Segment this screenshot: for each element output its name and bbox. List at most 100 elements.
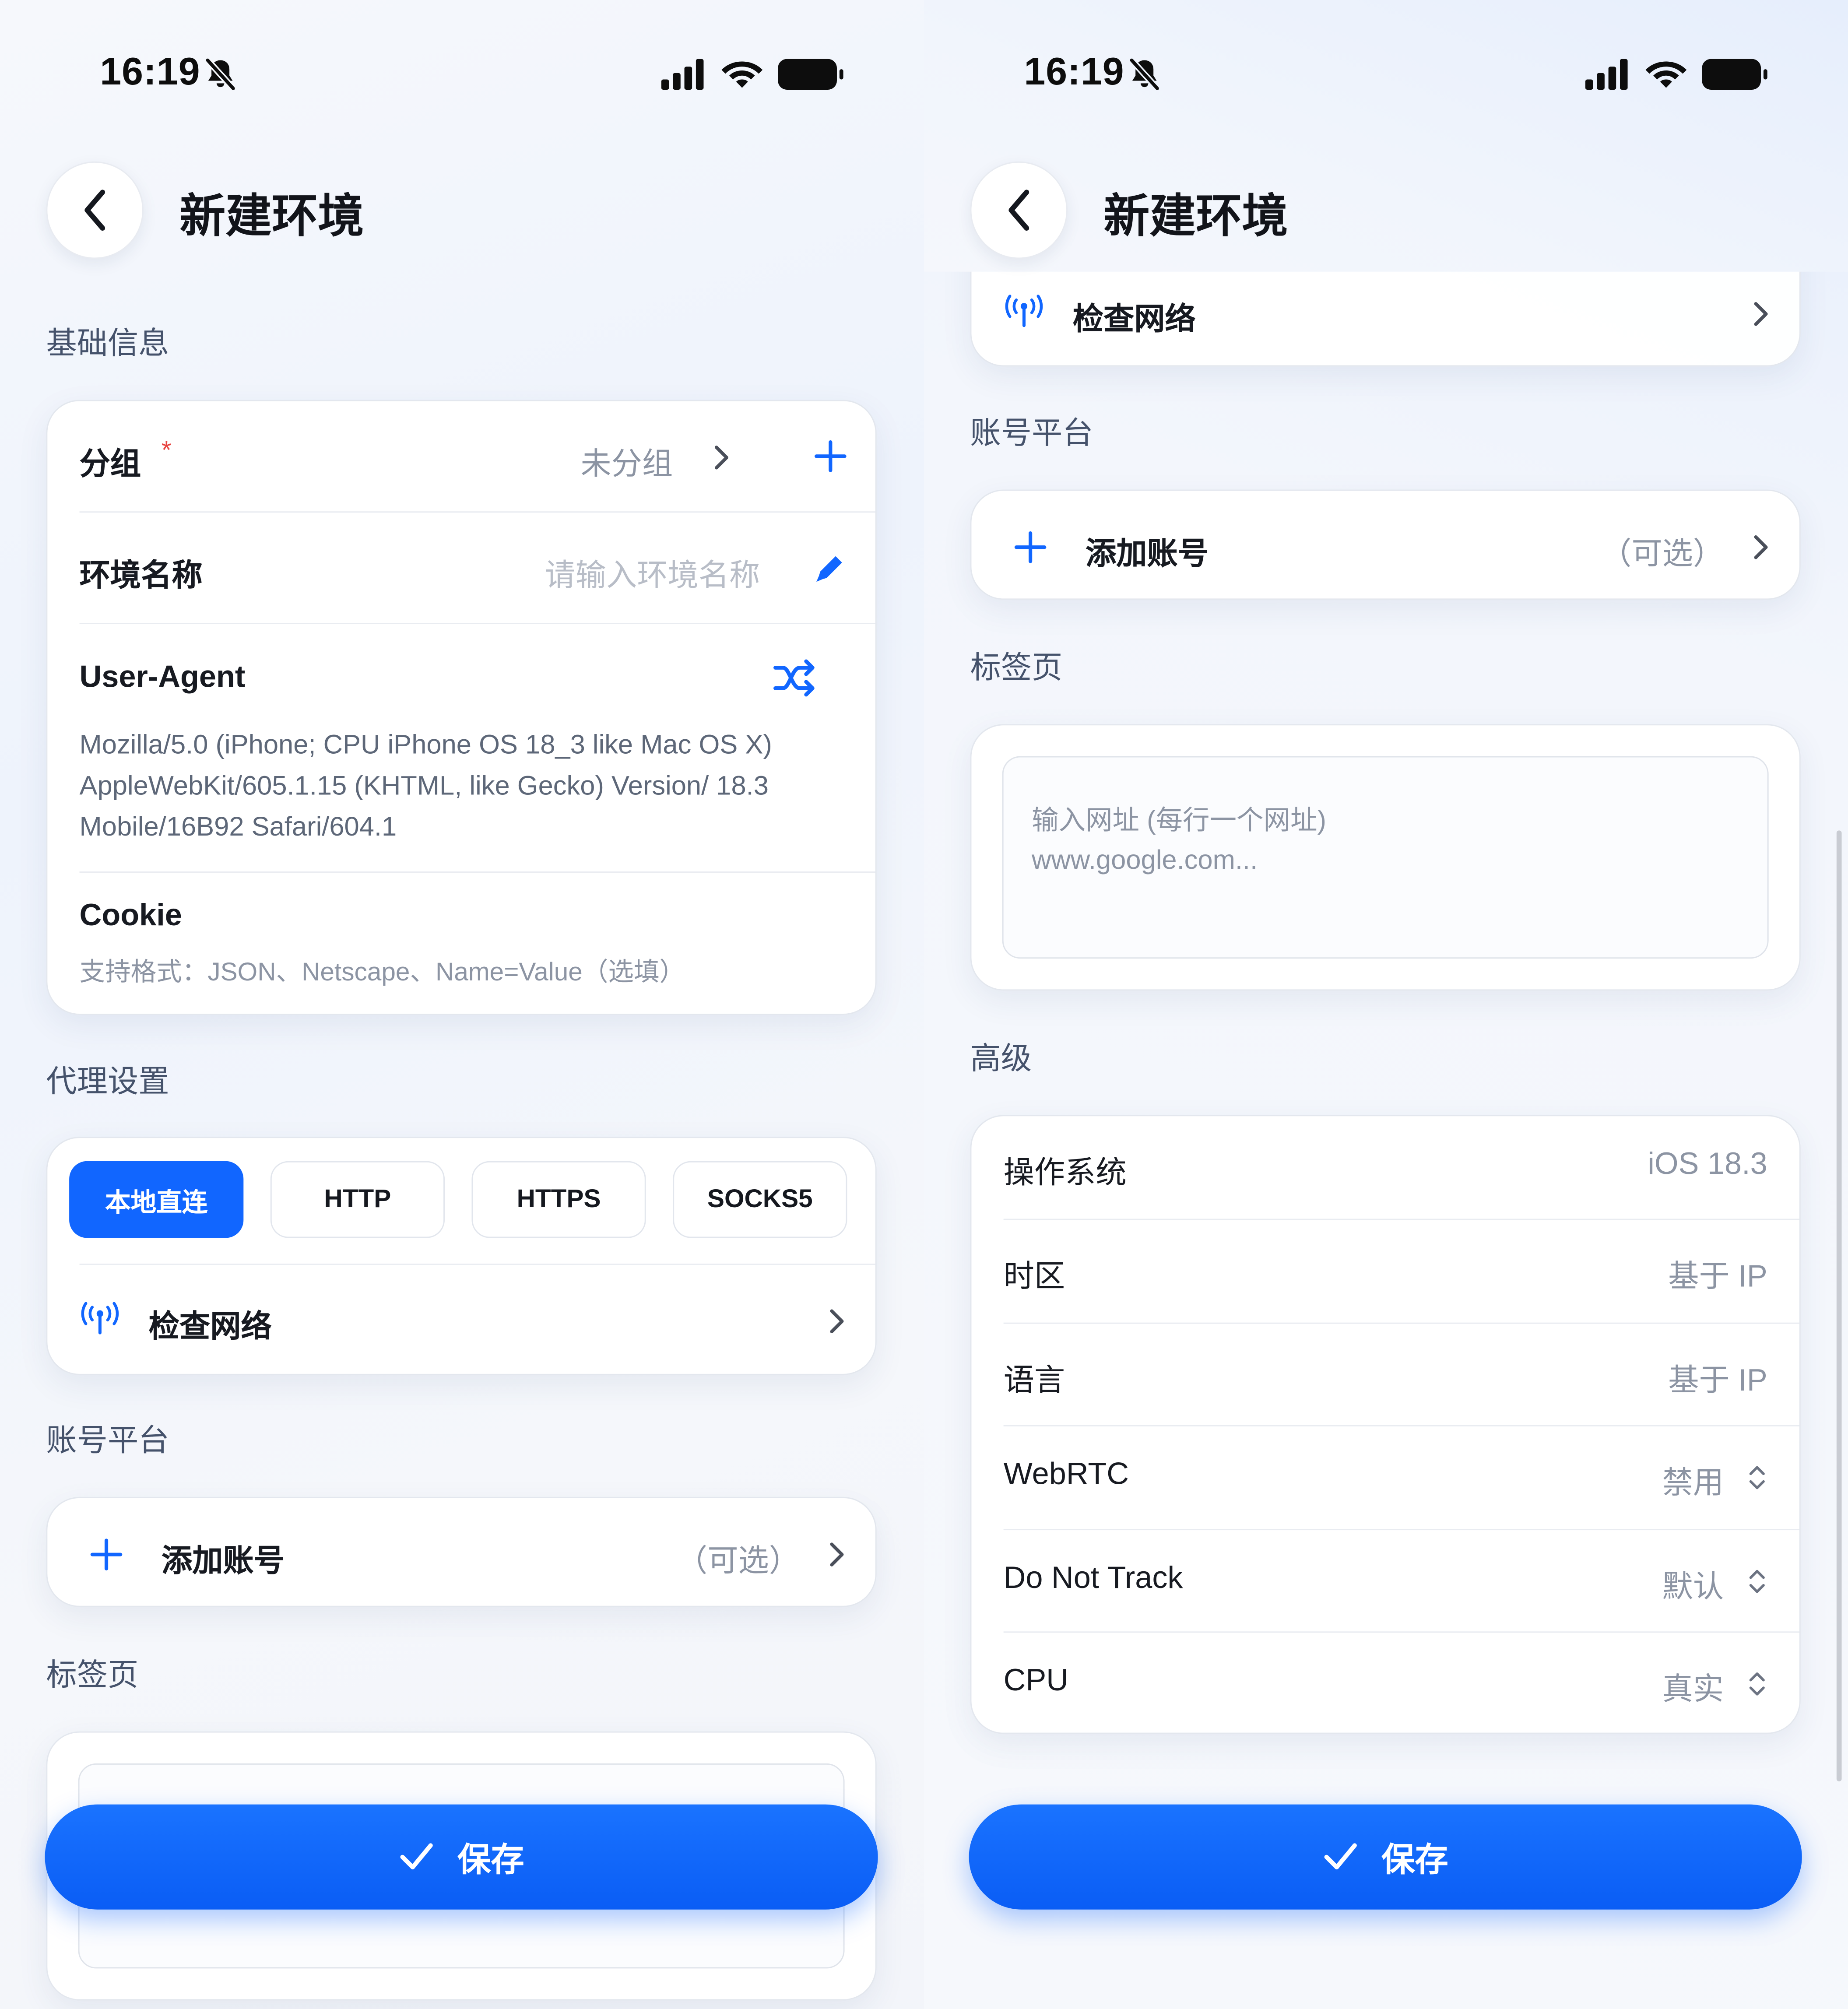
adv-label-os: 操作系统 — [1003, 1156, 1127, 1191]
adv-row-os[interactable]: 操作系统 iOS 18.3 — [1004, 1116, 1767, 1219]
adv-row-timezone[interactable]: 时区 基于 IP — [1004, 1220, 1767, 1322]
section-title-proxy: 代理设置 — [46, 1065, 169, 1100]
proxy-option-direct[interactable]: 本地直连 — [69, 1161, 244, 1238]
save-label: 保存 — [1381, 1840, 1448, 1878]
scrollbar[interactable] — [1836, 830, 1842, 1781]
group-row[interactable]: 分组 * 未分组 — [47, 401, 875, 511]
chevron-right-icon — [1754, 535, 1768, 559]
adv-value-webrtc: 禁用 — [1662, 1466, 1724, 1501]
env-name-label: 环境名称 — [79, 558, 203, 594]
checkmark-icon — [1324, 1843, 1357, 1870]
add-account-label: 添加账号 — [1086, 537, 1209, 572]
check-network-label: 检查网络 — [1072, 302, 1196, 337]
adv-row-cpu[interactable]: CPU 真实 — [1004, 1633, 1767, 1735]
mute-bell-icon — [205, 58, 236, 91]
chevron-right-icon — [714, 446, 728, 470]
signal-icon — [1585, 59, 1628, 90]
antenna-icon — [81, 1302, 119, 1335]
battery-icon — [778, 59, 843, 90]
add-account-label: 添加账号 — [161, 1544, 285, 1579]
save-label: 保存 — [457, 1840, 524, 1878]
adv-value-cpu: 真实 — [1662, 1672, 1724, 1707]
tabs-card: 输入网址 (每行一个网址) www.google.com... — [970, 724, 1801, 991]
back-button[interactable] — [970, 161, 1068, 259]
ua-label: User-Agent — [79, 660, 246, 695]
adv-value-timezone: 基于 IP — [1668, 1260, 1767, 1295]
status-time: 16:19 — [1024, 51, 1124, 94]
root: 16:19 新建环境 基础信息 分组 * 未分组 环境名称 请输入环境名称 Us… — [0, 0, 1848, 2009]
shuffle-icon[interactable] — [772, 657, 818, 699]
screen-left: 16:19 新建环境 基础信息 分组 * 未分组 环境名称 请输入环境名称 Us… — [0, 0, 924, 2009]
add-account-row[interactable]: 添加账号 （可选） — [46, 1496, 877, 1607]
required-mark: * — [161, 437, 172, 465]
back-button[interactable] — [46, 161, 144, 259]
adv-row-webrtc[interactable]: WebRTC 禁用 — [1004, 1426, 1767, 1529]
optional-label: （可选） — [1601, 537, 1724, 572]
add-account-row[interactable]: 添加账号 （可选） — [970, 489, 1801, 600]
adv-label-timezone: 时区 — [1003, 1260, 1065, 1295]
add-group-plus-icon[interactable] — [814, 439, 847, 473]
adv-row-language[interactable]: 语言 基于 IP — [1004, 1324, 1767, 1426]
env-name-row[interactable]: 环境名称 请输入环境名称 — [47, 513, 875, 623]
group-label: 分组 — [79, 447, 141, 482]
chevron-right-icon — [830, 1309, 844, 1333]
back-chevron-icon — [84, 190, 105, 231]
section-title-advanced: 高级 — [970, 1042, 1032, 1077]
updown-chevron-icon — [1749, 1672, 1765, 1696]
cookie-label: Cookie — [79, 898, 182, 933]
signal-icon — [661, 59, 704, 90]
save-button[interactable]: 保存 — [969, 1804, 1802, 1910]
tabs-placeholder-line2: www.google.com... — [1032, 846, 1258, 875]
adv-label-language: 语言 — [1003, 1363, 1065, 1398]
basic-info-card: 分组 * 未分组 环境名称 请输入环境名称 User-Agent Mozilla… — [46, 400, 877, 1015]
tabs-placeholder-line1: 输入网址 (每行一个网址) — [1032, 806, 1326, 836]
optional-label: （可选） — [676, 1544, 800, 1579]
proxy-card: 本地直连 HTTP HTTPS SOCKS5 检查网络 — [46, 1137, 877, 1375]
section-title-account: 账号平台 — [46, 1424, 169, 1459]
adv-label-dnt: Do Not Track — [1003, 1561, 1183, 1596]
section-title-basic: 基础信息 — [46, 327, 169, 362]
cookie-input[interactable]: 支持格式：JSON、Netscape、Name=Value（选填） — [80, 951, 685, 988]
page-title: 新建环境 — [1103, 190, 1288, 242]
wifi-icon — [1645, 61, 1687, 88]
chevron-right-icon — [1754, 302, 1768, 326]
advanced-card: 操作系统 iOS 18.3 时区 基于 IP 语言 基于 IP WebRTC 禁… — [970, 1115, 1801, 1735]
divider — [79, 871, 875, 873]
proxy-option-http[interactable]: HTTP — [270, 1161, 445, 1238]
pencil-icon — [816, 556, 842, 582]
updown-chevron-icon — [1749, 1466, 1765, 1489]
proxy-option-https[interactable]: HTTPS — [471, 1161, 646, 1238]
adv-row-dnt[interactable]: Do Not Track 默认 — [1004, 1530, 1767, 1633]
back-chevron-icon — [1008, 190, 1029, 231]
section-title-account: 账号平台 — [970, 416, 1093, 451]
page-title: 新建环境 — [179, 190, 364, 242]
adv-label-webrtc: WebRTC — [1003, 1457, 1129, 1492]
save-button[interactable]: 保存 — [45, 1804, 878, 1910]
screen-right: 检查网络 16:19 新建环境 账号平台 添加账号 （可选） 标签页 输入网址 … — [924, 0, 1848, 2009]
checkmark-icon — [400, 1843, 433, 1870]
divider — [79, 623, 875, 624]
tabs-textarea[interactable]: 输入网址 (每行一个网址) www.google.com... — [1002, 756, 1769, 959]
chevron-right-icon — [830, 1542, 844, 1566]
check-network-row[interactable]: 检查网络 — [971, 258, 1799, 368]
section-title-tabs: 标签页 — [970, 651, 1063, 686]
plus-icon — [1014, 531, 1047, 563]
section-title-tabs: 标签页 — [46, 1658, 139, 1693]
battery-icon — [1702, 59, 1767, 90]
status-time: 16:19 — [100, 51, 200, 94]
ua-value[interactable]: Mozilla/5.0 (iPhone; CPU iPhone OS 18_3 … — [80, 725, 849, 848]
check-network-row[interactable]: 检查网络 — [47, 1265, 875, 1375]
proxy-option-socks5[interactable]: SOCKS5 — [673, 1161, 847, 1238]
mute-bell-icon — [1129, 58, 1160, 91]
group-value: 未分组 — [580, 447, 673, 482]
adv-value-os: iOS 18.3 — [1648, 1147, 1767, 1182]
updown-chevron-icon — [1749, 1570, 1765, 1593]
env-name-input[interactable]: 请输入环境名称 — [545, 550, 760, 594]
check-network-label: 检查网络 — [148, 1310, 272, 1345]
adv-label-cpu: CPU — [1003, 1663, 1068, 1698]
adv-value-dnt: 默认 — [1662, 1570, 1724, 1605]
wifi-icon — [721, 61, 763, 88]
antenna-icon — [1005, 295, 1043, 327]
adv-value-language: 基于 IP — [1668, 1363, 1767, 1398]
plus-icon — [90, 1538, 123, 1570]
